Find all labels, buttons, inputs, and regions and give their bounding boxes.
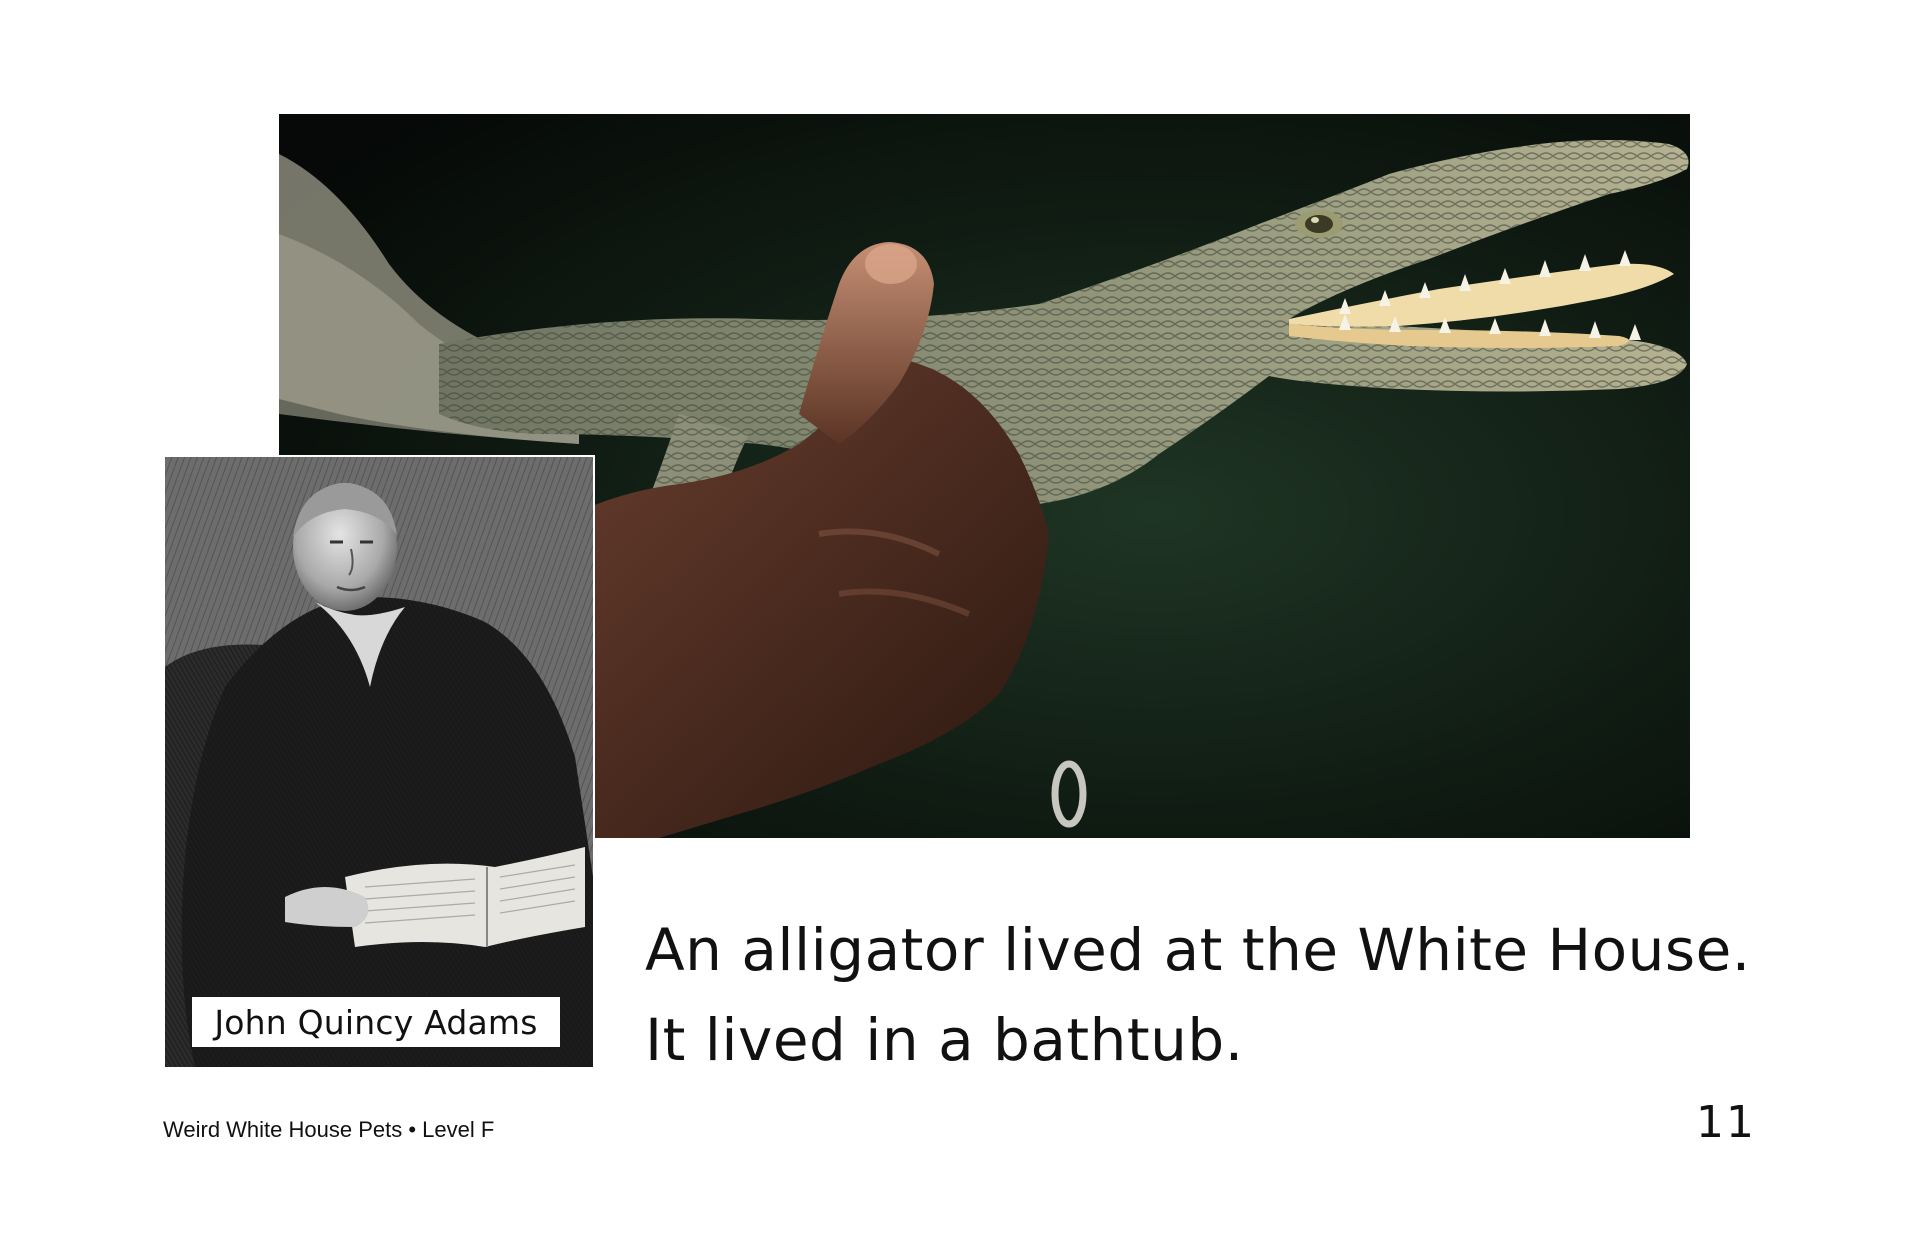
body-text-line-1: An alligator lived at the White House. — [645, 916, 1751, 984]
book-page: John Quincy Adams An alligator lived at … — [0, 0, 1920, 1242]
portrait-caption: John Quincy Adams — [214, 1002, 538, 1042]
page-number: 11 — [1696, 1097, 1756, 1148]
footer-book-title: Weird White House Pets • Level F — [163, 1117, 495, 1142]
body-text-line-2: It lived in a bathtub. — [645, 1006, 1244, 1074]
body-text: An alligator lived at the White House. I… — [645, 905, 1751, 1085]
portrait-caption-box: John Quincy Adams — [190, 995, 562, 1049]
john-quincy-adams-portrait: John Quincy Adams — [163, 455, 595, 1069]
portrait-engraving — [165, 457, 593, 1067]
